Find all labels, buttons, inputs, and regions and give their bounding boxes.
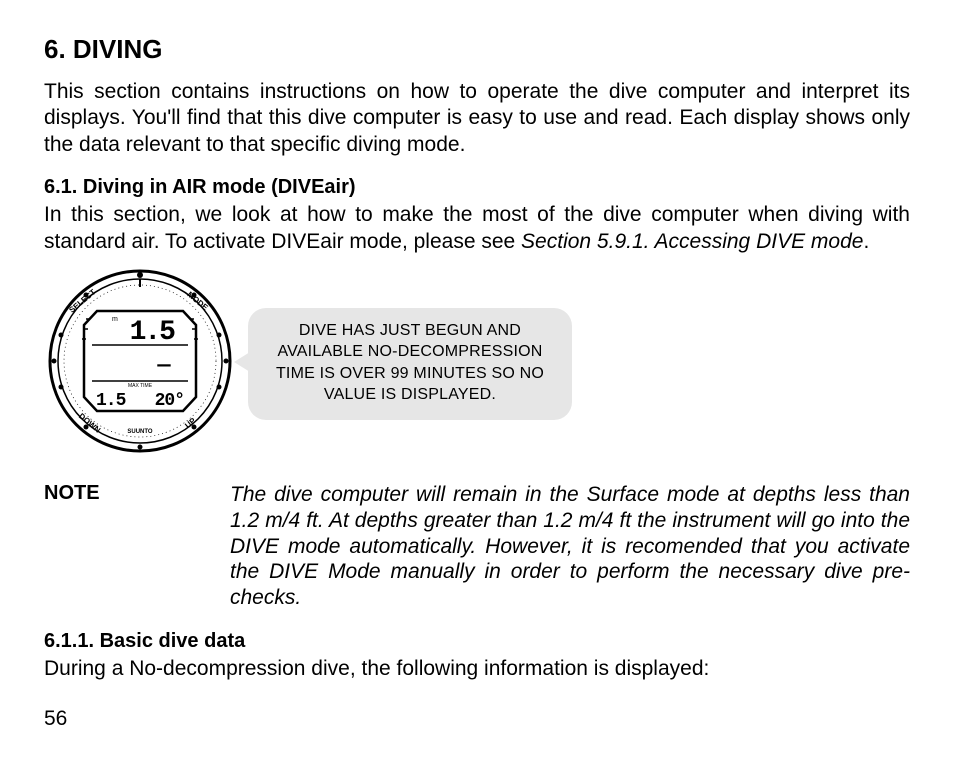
svg-text:SUUNTO: SUUNTO xyxy=(127,429,153,435)
callout-text: DIVE HAS JUST BEGUN AND AVAILABLE NO-DEC… xyxy=(270,320,550,406)
callout-line-3: TIME IS OVER 99 MINUTES SO NO xyxy=(270,363,550,385)
subsection-61-body-b: . xyxy=(863,230,869,253)
callout-line-2: AVAILABLE NO-DECOMPRESSION xyxy=(270,341,550,363)
svg-text:m: m xyxy=(112,316,118,323)
figure-row: SELECT MODE DOWN UP SUUNTO m 1.5 ― MAX T… xyxy=(44,265,910,462)
callout-tail xyxy=(234,352,250,372)
svg-text:1.5: 1.5 xyxy=(130,317,176,348)
subsection-61-body: In this section, we look at how to make … xyxy=(44,201,910,256)
note-label: NOTE xyxy=(44,482,222,610)
subsection-611-body: During a No-decompression dive, the foll… xyxy=(44,655,910,682)
svg-text:MAX TIME: MAX TIME xyxy=(128,383,153,389)
svg-text:1.5: 1.5 xyxy=(96,391,126,411)
callout-line-4: VALUE IS DISPLAYED. xyxy=(270,384,550,406)
dive-computer-illustration: SELECT MODE DOWN UP SUUNTO m 1.5 ― MAX T… xyxy=(44,265,236,462)
note-body: The dive computer will remain in the Sur… xyxy=(230,482,910,610)
note-block: NOTE The dive computer will remain in th… xyxy=(44,482,910,610)
svg-text:20°: 20° xyxy=(155,391,184,411)
cross-reference: Section 5.9.1. Accessing DIVE mode xyxy=(521,230,863,253)
subsection-611-title: 6.1.1. Basic dive data xyxy=(44,630,910,653)
manual-page: 6. DIVING This section contains instruct… xyxy=(0,0,954,761)
page-number: 56 xyxy=(44,707,910,731)
figure-callout: DIVE HAS JUST BEGUN AND AVAILABLE NO-DEC… xyxy=(248,308,572,420)
section-intro: This section contains instructions on ho… xyxy=(44,79,910,158)
svg-text:―: ― xyxy=(156,353,171,378)
subsection-61-title: 6.1. Diving in AIR mode (DIVEair) xyxy=(44,176,910,199)
section-heading: 6. DIVING xyxy=(44,34,910,65)
callout-line-1: DIVE HAS JUST BEGUN AND xyxy=(270,320,550,342)
